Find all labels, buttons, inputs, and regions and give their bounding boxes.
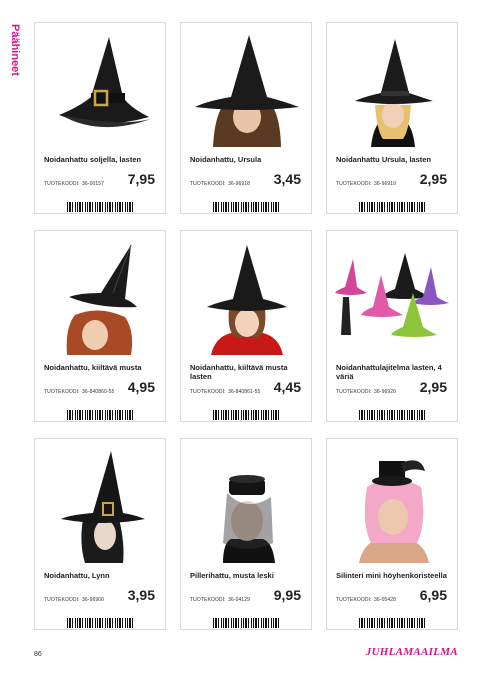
product-name: Noidanhattu, kiiltävä musta — [44, 363, 142, 372]
brand-logo: JUHLAMAAILMA — [365, 646, 458, 658]
section-title: Päähineet — [9, 24, 21, 76]
product-card[interactable]: Silinteri mini höyhenkoristeella TUOTEKO… — [326, 438, 458, 630]
product-code: TUOTEKOODI: 36-00157 — [44, 181, 104, 187]
product-code: TUOTEKOODI: 36-96920 — [336, 389, 396, 395]
product-code: TUOTEKOODI: 36-96919 — [336, 181, 396, 187]
product-name: Noidanhattu, Lynn — [44, 571, 110, 580]
product-grid: Noidanhattu soljella, lasten TUOTEKOODI:… — [34, 22, 458, 632]
product-price: 2,95 — [419, 171, 447, 187]
product-price: 3,45 — [273, 171, 301, 187]
witch-hat-lynn-image — [39, 443, 161, 563]
witch-hat-shiny-child-image — [185, 235, 307, 355]
product-name: Noidanhattu soljella, lasten — [44, 155, 142, 164]
witch-hat-assortment-image — [331, 235, 453, 355]
product-name: Noidanhattu Ursula, lasten — [336, 155, 432, 164]
product-name: Pillerihattu, musta leski — [190, 571, 274, 580]
pillbox-hat-veil-image — [185, 443, 307, 563]
product-card[interactable]: Noidanhattu Ursula, lasten TUOTEKOODI: 3… — [326, 22, 458, 214]
barcode — [67, 202, 135, 212]
barcode — [359, 410, 427, 420]
product-price: 4,45 — [273, 379, 301, 395]
product-price: 2,95 — [419, 379, 447, 395]
product-price: 9,95 — [273, 587, 301, 603]
product-name: Silinteri mini höyhenkoristeella — [336, 571, 447, 580]
barcode — [359, 618, 427, 628]
product-code: TUOTEKOODI: 36-840860-55 — [44, 389, 115, 395]
barcode — [213, 202, 281, 212]
witch-hat-child-image — [331, 27, 453, 147]
product-price: 4,95 — [127, 379, 155, 395]
product-name: Noidanhattu, Ursula — [190, 155, 262, 164]
witch-hat-shiny-image — [39, 235, 161, 355]
barcode — [213, 410, 281, 420]
mini-top-hat-image — [331, 443, 453, 563]
product-code: TUOTEKOODI: 36-840861-55 — [190, 389, 261, 395]
product-card[interactable]: Noidanhattu, Lynn TUOTEKOODI: 36-96900 3… — [34, 438, 166, 630]
barcode — [67, 410, 135, 420]
product-card[interactable]: Noidanhattu, Ursula TUOTEKOODI: 36-96918… — [180, 22, 312, 214]
barcode — [67, 618, 135, 628]
product-code: TUOTEKOODI: 36-04129 — [190, 597, 250, 603]
product-card[interactable]: Noidanhattu soljella, lasten TUOTEKOODI:… — [34, 22, 166, 214]
product-card[interactable]: Pillerihattu, musta leski TUOTEKOODI: 36… — [180, 438, 312, 630]
product-price: 6,95 — [419, 587, 447, 603]
product-code: TUOTEKOODI: 36-96900 — [44, 597, 104, 603]
product-card[interactable]: Noidanhattulajitelma lasten, 4 väriä TUO… — [326, 230, 458, 422]
product-card[interactable]: Noidanhattu, kiiltävä musta TUOTEKOODI: … — [34, 230, 166, 422]
page-number: 86 — [34, 651, 42, 658]
product-price: 7,95 — [127, 171, 155, 187]
barcode — [213, 618, 281, 628]
witch-hat-wig-image — [185, 27, 307, 147]
product-price: 3,95 — [127, 587, 155, 603]
witch-hat-buckle-image — [39, 27, 161, 147]
product-card[interactable]: Noidanhattu, kiiltävä musta lasten TUOTE… — [180, 230, 312, 422]
product-code: TUOTEKOODI: 36-96918 — [190, 181, 250, 187]
barcode — [359, 202, 427, 212]
product-code: TUOTEKOODI: 36-05428 — [336, 597, 396, 603]
